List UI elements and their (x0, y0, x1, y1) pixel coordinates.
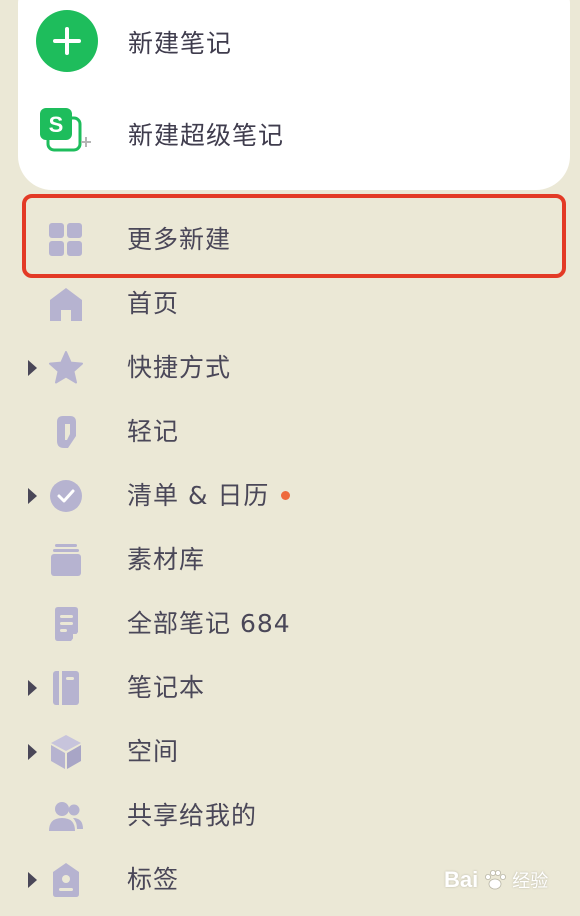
nav-item-library[interactable]: 素材库 (0, 528, 580, 592)
nav-item-label: 轻记 (127, 417, 180, 446)
nav-item-tasks-calendar[interactable]: 清单 & 日历 (0, 464, 580, 528)
quick-note-icon (57, 416, 76, 448)
expand-caret-icon[interactable] (28, 360, 37, 376)
new-note-button[interactable]: 新建笔记 (18, 6, 570, 76)
super-note-icon: S (40, 108, 91, 152)
nav-item-quick-note[interactable]: 轻记 (0, 400, 580, 464)
home-icon (50, 288, 82, 321)
new-super-note-button[interactable]: S 新建超级笔记 (18, 98, 570, 168)
expand-caret-icon[interactable] (28, 872, 37, 888)
nav-item-all-notes[interactable]: 全部笔记 684 (0, 592, 580, 656)
nav-item-notebooks[interactable]: 笔记本 (0, 656, 580, 720)
star-icon (49, 351, 83, 384)
plus-icon (36, 10, 98, 72)
nav-item-label: 笔记本 (127, 673, 206, 702)
watermark-suffix: 经验 (512, 871, 549, 892)
tag-icon (53, 863, 79, 897)
nav-item-spaces[interactable]: 空间 (0, 720, 580, 784)
nav-item-label-text: 清单 & 日历 (127, 481, 270, 510)
expand-caret-icon[interactable] (28, 680, 37, 696)
notification-dot (281, 490, 291, 500)
watermark-brand: Bai (444, 867, 479, 892)
cube-icon (51, 735, 81, 769)
new-note-label: 新建笔记 (128, 29, 233, 58)
nav-item-label: 首页 (127, 289, 180, 318)
nav-item-label: 标签 (127, 865, 180, 894)
sidebar-panel: 新建笔记 S 新建超级笔记 更多新建 首页 快捷方式 轻记 清单 & 日历 素材… (0, 0, 580, 916)
nav-item-label: 清单 & 日历 (127, 478, 291, 514)
library-icon (51, 544, 81, 576)
nav-item-shortcuts[interactable]: 快捷方式 (0, 336, 580, 400)
paw-icon (485, 870, 507, 890)
nav-item-label: 素材库 (127, 545, 206, 574)
shared-users-icon (49, 802, 83, 831)
nav-item-shared-with-me[interactable]: 共享给我的 (0, 784, 580, 848)
new-super-note-label: 新建超级笔记 (128, 121, 285, 150)
expand-caret-icon[interactable] (28, 744, 37, 760)
nav-item-label: 快捷方式 (127, 353, 232, 382)
check-circle-icon (50, 480, 82, 512)
nav-item-label: 全部笔记 684 (127, 609, 291, 638)
nav-item-label: 空间 (127, 737, 180, 766)
baidu-watermark: Bai 经验 (444, 852, 574, 908)
document-icon (55, 607, 78, 641)
nav-item-label: 共享给我的 (127, 801, 258, 830)
expand-caret-icon[interactable] (28, 488, 37, 504)
nav-item-home[interactable]: 首页 (0, 272, 580, 336)
svg-text:S: S (49, 112, 64, 137)
highlight-box (22, 194, 566, 278)
notebook-icon (53, 671, 79, 705)
